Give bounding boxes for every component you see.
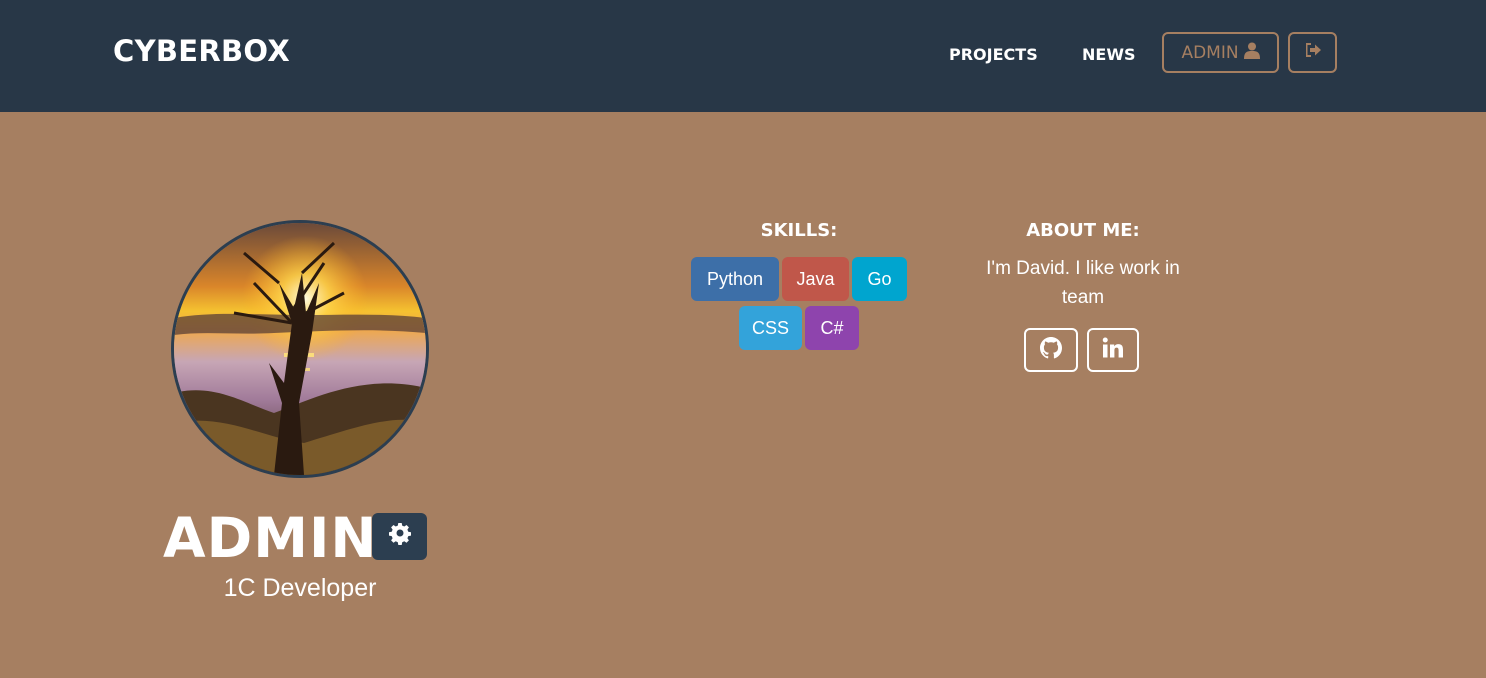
profile-name: ADMIN	[163, 506, 378, 570]
skill-badge-csharp: C#	[805, 306, 859, 350]
nav-link-news[interactable]: NEWS	[1082, 45, 1136, 64]
logout-button[interactable]	[1288, 32, 1337, 73]
sign-out-icon	[1304, 42, 1322, 63]
skill-badge-go: Go	[852, 257, 907, 301]
nav-link-projects[interactable]: PROJECTS	[949, 45, 1038, 64]
github-icon	[1039, 336, 1063, 365]
gear-icon	[388, 522, 412, 551]
admin-button-label: ADMIN	[1181, 42, 1239, 63]
profile-role: 1C Developer	[223, 574, 377, 602]
skills-title: SKILLS:	[760, 220, 838, 241]
about-text: I'm David. I like work in team	[986, 258, 1180, 308]
user-icon	[1243, 42, 1260, 64]
skill-badge-java: Java	[782, 257, 849, 301]
github-button[interactable]	[1024, 328, 1078, 372]
skill-badge-css: CSS	[739, 306, 802, 350]
about-title: ABOUT ME:	[1026, 220, 1140, 241]
admin-profile-button[interactable]: ADMIN	[1162, 32, 1279, 73]
brand-logo[interactable]: CYBERBOX	[113, 34, 290, 68]
settings-button[interactable]	[372, 513, 427, 560]
profile-avatar	[171, 220, 429, 478]
skill-badge-python: Python	[691, 257, 779, 301]
linkedin-icon	[1102, 337, 1124, 364]
top-navbar: CYBERBOX PROJECTS NEWS ADMIN	[0, 0, 1486, 112]
linkedin-button[interactable]	[1087, 328, 1139, 372]
